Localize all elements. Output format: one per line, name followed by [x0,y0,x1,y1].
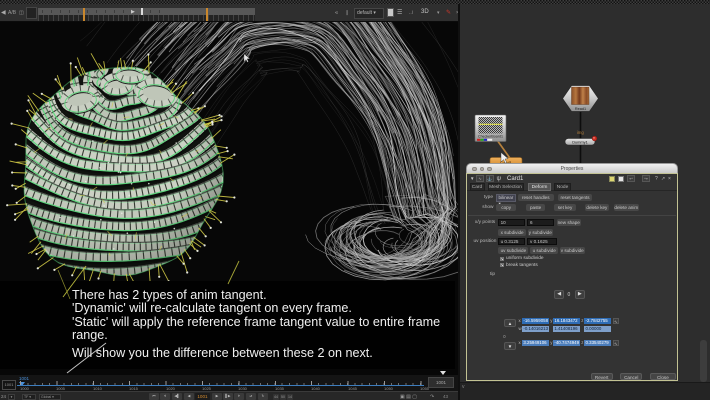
svg-text:CheckerBoard1: CheckerBoard1 [478,135,503,139]
svg-text:img: img [577,130,584,135]
svg-text:Dummy1: Dummy1 [572,140,588,145]
svg-text:Read1: Read1 [575,107,586,111]
